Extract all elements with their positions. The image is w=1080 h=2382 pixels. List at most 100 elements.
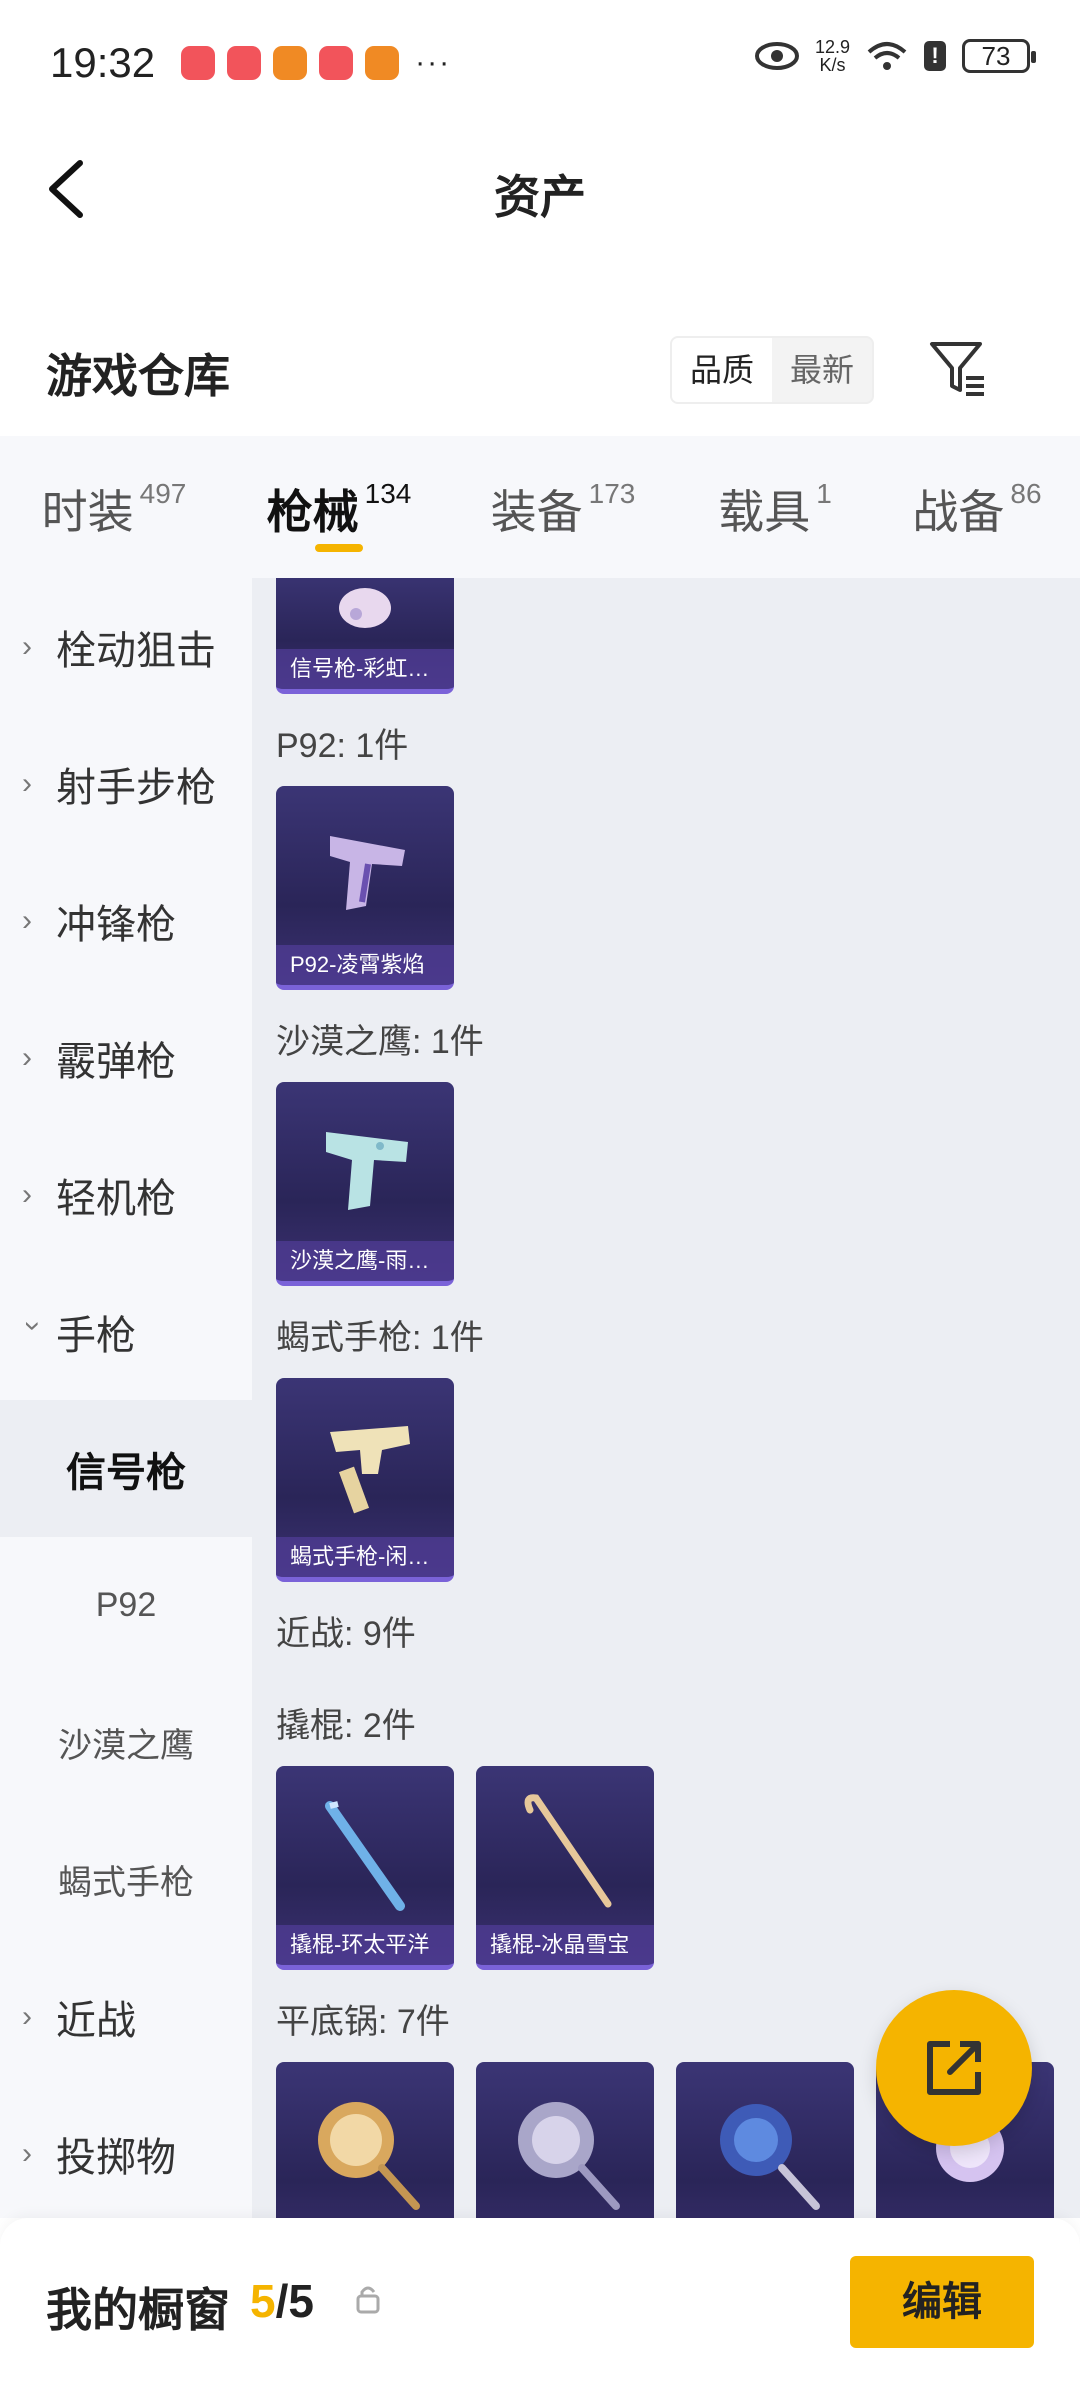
sidebar-item-desert-eagle[interactable]: 沙漠之鹰 — [0, 1674, 252, 1811]
item-card[interactable]: 沙漠之鹰-雨… — [276, 1082, 454, 1286]
sidebar-item-smg[interactable]: › 冲锋枪 — [0, 852, 252, 989]
lock-icon — [356, 2286, 380, 2314]
tab-supplies[interactable]: 战备 86 — [874, 436, 1080, 578]
sidebar-item-label: 沙漠之鹰 — [58, 1727, 194, 1765]
tab-count: 86 — [1010, 478, 1042, 509]
item-card[interactable] — [476, 2062, 654, 2218]
showcase-total-count: /5 — [275, 2275, 314, 2327]
crowbar-skin-icon — [325, 1801, 405, 1911]
share-button[interactable] — [876, 1990, 1032, 2146]
pistol-skin-icon — [326, 1132, 408, 1210]
tab-label: 战备 — [912, 486, 1005, 538]
tab-label: 时装 — [41, 486, 134, 538]
warehouse-title: 游戏仓库 — [46, 350, 230, 402]
item-card[interactable]: 蝎式手枪-闲… — [276, 1378, 454, 1582]
sidebar-item-label: 信号枪 — [66, 1450, 186, 1495]
warehouse-header: 游戏仓库 品质 最新 — [0, 320, 1080, 420]
tab-fashion[interactable]: 时装 497 — [0, 436, 228, 578]
app-notification-icon — [227, 45, 262, 80]
sidebar-item-melee[interactable]: › 近战 — [0, 1948, 252, 2085]
sidebar-item-bolt-sniper[interactable]: › 栓动狙击 — [0, 578, 252, 715]
crowbar-skin-icon — [524, 1794, 612, 1908]
showcase-title: 我的橱窗 — [46, 2284, 230, 2336]
item-grid: 信号枪-彩虹… P92: 1件 P92-凌霄紫焰 沙漠之鹰: 1件 沙漠之鹰-雨… — [252, 578, 1080, 2218]
sidebar-item-label: 冲锋枪 — [56, 902, 176, 947]
sort-latest-button[interactable]: 最新 — [772, 338, 872, 402]
filter-icon[interactable] — [926, 336, 990, 400]
item-caption: 撬棍-环太平洋 — [276, 1925, 454, 1965]
sidebar-item-p92[interactable]: P92 — [0, 1537, 252, 1674]
page-header: 资产 — [0, 125, 1080, 250]
item-card[interactable]: 信号枪-彩虹… — [276, 578, 454, 694]
sidebar-item-label: 霰弹枪 — [56, 1039, 176, 1084]
edit-button[interactable]: 编辑 — [850, 2256, 1034, 2348]
sidebar-item-label: 手枪 — [56, 1313, 136, 1358]
sidebar-item-label: 蝎式手枪 — [58, 1864, 194, 1902]
tab-count: 134 — [364, 478, 412, 509]
sidebar-item-marksman-rifle[interactable]: › 射手步枪 — [0, 715, 252, 852]
eye-icon — [754, 42, 799, 70]
status-time: 19:32 — [50, 38, 156, 86]
item-card[interactable]: P92-凌霄紫焰 — [276, 786, 454, 990]
item-card[interactable]: 撬棍-环太平洋 — [276, 1766, 454, 1970]
tab-guns[interactable]: 枪械 134 — [228, 436, 450, 578]
sidebar-item-scorpion[interactable]: 蝎式手枪 — [0, 1811, 252, 1948]
battery-level: 73 — [981, 40, 1011, 71]
flare-gun-skin-icon — [339, 588, 391, 628]
status-indicators: 12.9 K/s ! 73 — [754, 38, 1036, 74]
sidebar-item-throwables[interactable]: › 投掷物 — [0, 2085, 252, 2218]
more-notifications-icon: ··· — [415, 45, 452, 79]
wifi-icon — [867, 42, 907, 70]
page-title: 资产 — [494, 171, 586, 223]
chevron-right-icon: › — [22, 1999, 32, 2033]
frying-pan-skin-icon — [518, 2102, 620, 2210]
chevron-right-icon: › — [22, 629, 32, 663]
sidebar-item-label: 轻机枪 — [56, 1176, 176, 1221]
network-speed: 12.9 K/s — [815, 38, 850, 74]
pistol-skin-icon — [330, 836, 405, 910]
sidebar-item-label: P92 — [95, 1586, 157, 1624]
sort-toggle: 品质 最新 — [670, 336, 875, 404]
video-notification-icon — [365, 45, 400, 80]
item-caption: 蝎式手枪-闲… — [276, 1537, 454, 1577]
tab-equipment[interactable]: 装备 173 — [450, 436, 676, 578]
item-card[interactable] — [676, 2062, 854, 2218]
group-label: 撬棍: 2件 — [276, 1707, 416, 1745]
tab-count: 497 — [139, 478, 187, 509]
speed-value: 12.9 — [814, 37, 850, 57]
item-caption: 撬棍-冰晶雪宝 — [476, 1925, 654, 1965]
tab-count: 173 — [588, 478, 636, 509]
sort-quality-button[interactable]: 品质 — [672, 338, 773, 402]
showcase-count: 5/5 — [250, 2274, 314, 2328]
app-notification-icon — [181, 45, 216, 80]
sidebar-item-label: 栓动狙击 — [56, 628, 216, 673]
showcase-bar: 我的橱窗 5/5 编辑 — [0, 2218, 1080, 2382]
sidebar-item-label: 投掷物 — [56, 2135, 176, 2180]
tab-label: 装备 — [490, 486, 583, 538]
group-label: 近战: 9件 — [276, 1615, 416, 1653]
active-tab-indicator — [315, 544, 363, 552]
external-link-icon — [927, 2041, 981, 2095]
frying-pan-skin-icon — [720, 2104, 820, 2210]
app-notification-icon — [319, 45, 354, 80]
sidebar-item-flare-gun[interactable]: 信号枪 — [0, 1400, 252, 1537]
group-label: P92: 1件 — [276, 727, 409, 765]
item-card[interactable] — [276, 2062, 454, 2218]
battery-icon: 73 — [962, 39, 1036, 73]
tab-vehicles[interactable]: 载具 1 — [676, 436, 874, 578]
group-label: 沙漠之鹰: 1件 — [276, 1023, 484, 1061]
sidebar-item-lmg[interactable]: › 轻机枪 — [0, 1126, 252, 1263]
sidebar-item-shotgun[interactable]: › 霰弹枪 — [0, 989, 252, 1126]
chevron-right-icon: › — [22, 1040, 32, 1074]
frying-pan-skin-icon — [318, 2102, 420, 2210]
sidebar-item-pistol[interactable]: › 手枪 — [0, 1263, 252, 1400]
showcase-current-count: 5 — [250, 2275, 276, 2327]
chevron-right-icon: › — [22, 1177, 32, 1211]
speed-unit: K/s — [819, 55, 846, 75]
chevron-right-icon: › — [22, 766, 32, 800]
tab-label: 载具 — [718, 486, 811, 538]
category-tabs: 时装 497 枪械 134 装备 173 载具 1 战备 86 — [0, 436, 1080, 578]
item-card[interactable]: 撬棍-冰晶雪宝 — [476, 1766, 654, 1970]
category-sidebar: › 栓动狙击 › 射手步枪 › 冲锋枪 › 霰弹枪 › 轻机枪 › 手枪 信号枪 P92 沙… — [0, 578, 252, 2218]
alert-icon: ! — [924, 41, 946, 71]
